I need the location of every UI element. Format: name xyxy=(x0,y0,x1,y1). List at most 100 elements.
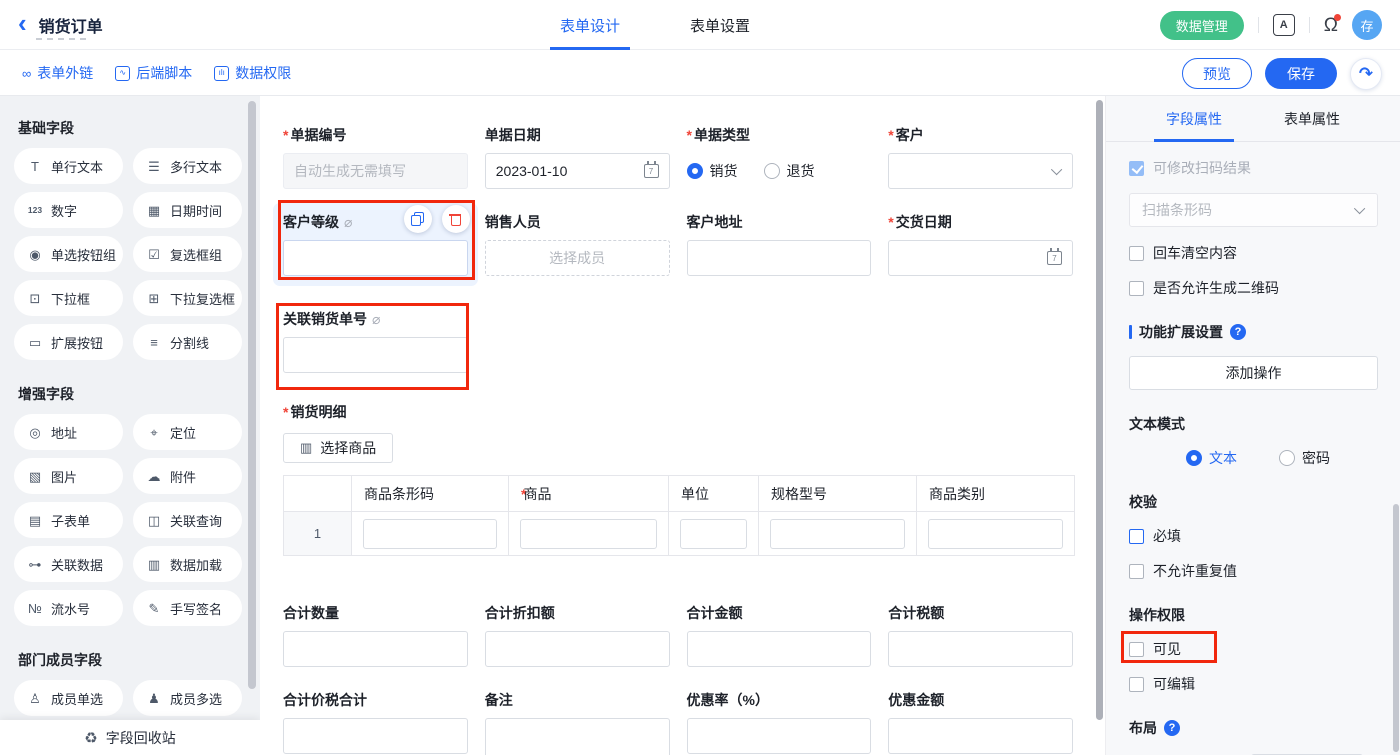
remark-textarea[interactable] xyxy=(485,718,670,755)
data-manage-button[interactable]: 数据管理 xyxy=(1160,11,1244,40)
field-total-qty[interactable]: 合计数量 xyxy=(283,604,468,667)
field-type-button[interactable]: ☰多行文本 xyxy=(133,148,242,184)
checkbox-editable[interactable] xyxy=(1129,677,1144,692)
total-amount-input[interactable] xyxy=(687,631,872,667)
field-type-button[interactable]: ▤子表单 xyxy=(14,502,123,538)
radio-option-password[interactable]: 密码 xyxy=(1279,448,1330,468)
item-label: 关联查询 xyxy=(170,511,222,530)
delivery-date-input[interactable] xyxy=(888,240,1073,276)
checkbox-visible[interactable] xyxy=(1129,642,1144,657)
field-type-button[interactable]: ⊶关联数据 xyxy=(14,546,123,582)
notification-bell-icon[interactable]: Ω xyxy=(1324,16,1338,35)
field-type-button[interactable]: ◎地址 xyxy=(14,414,123,450)
help-icon[interactable]: ? xyxy=(1230,324,1246,340)
tab-form-properties[interactable]: 表单属性 xyxy=(1284,96,1340,142)
field-type-button[interactable]: T单行文本 xyxy=(14,148,123,184)
field-customer-address[interactable]: 客户地址 xyxy=(687,213,872,276)
customer-address-input[interactable] xyxy=(687,240,872,276)
delete-field-button[interactable] xyxy=(442,205,470,233)
preview-button[interactable]: 预览 xyxy=(1182,58,1252,89)
spec-input[interactable] xyxy=(770,519,905,549)
field-total-tax[interactable]: 合计税额 xyxy=(888,604,1073,667)
discount-rate-input[interactable] xyxy=(687,718,872,754)
checkbox[interactable] xyxy=(1129,246,1144,261)
checkbox[interactable] xyxy=(1129,281,1144,296)
field-order-date[interactable]: 单据日期 2023-01-10 xyxy=(485,126,670,189)
field-salesperson[interactable]: 销售人员 选择成员 xyxy=(485,213,670,276)
field-total-amount[interactable]: 合计金额 xyxy=(687,604,872,667)
field-total-with-tax[interactable]: 合计价税合计 xyxy=(283,691,468,755)
field-type-button[interactable]: №流水号 xyxy=(14,590,123,626)
product-input[interactable] xyxy=(520,519,657,549)
sidebar-scrollbar[interactable] xyxy=(248,101,256,689)
checkbox-checked-disabled[interactable] xyxy=(1129,161,1144,176)
field-type-button[interactable]: ♙成员单选 xyxy=(14,680,123,716)
checkbox[interactable] xyxy=(1129,564,1144,579)
category-input[interactable] xyxy=(928,519,1063,549)
save-button[interactable]: 保存 xyxy=(1265,58,1337,89)
total-tax-input[interactable] xyxy=(888,631,1073,667)
customer-level-input[interactable] xyxy=(283,240,468,276)
field-type-button[interactable]: ▧图片 xyxy=(14,458,123,494)
field-type-button[interactable]: ⊡下拉框 xyxy=(14,280,123,316)
field-type-button[interactable]: ▭扩展按钮 xyxy=(14,324,123,360)
data-permission-link[interactable]: ılı 数据权限 xyxy=(214,63,291,83)
field-type-button[interactable]: ☁附件 xyxy=(133,458,242,494)
scan-type-select[interactable]: 扫描条形码 xyxy=(1129,193,1378,227)
order-date-input[interactable]: 2023-01-10 xyxy=(485,153,670,189)
field-related-order-no[interactable]: 关联销货单号⌀ xyxy=(283,310,468,373)
related-order-no-input[interactable] xyxy=(283,337,468,373)
radio-option-text[interactable]: 文本 xyxy=(1186,448,1237,468)
field-recycle-bin[interactable]: ♻ 字段回收站 xyxy=(0,720,260,755)
total-with-tax-input[interactable] xyxy=(283,718,468,754)
checkbox-required[interactable] xyxy=(1129,529,1144,544)
field-type-button[interactable]: ▦日期时间 xyxy=(133,192,242,228)
canvas-scrollbar[interactable] xyxy=(1096,100,1103,720)
field-type-button[interactable]: ⌖定位 xyxy=(133,414,242,450)
field-type-button[interactable]: ◫关联查询 xyxy=(133,502,242,538)
field-sales-detail[interactable]: *销货明细 ▥ 选择商品 商品条形码 *商品 单位 规格型号 商品类别 1 xyxy=(283,403,1073,556)
tab-form-settings[interactable]: 表单设置 xyxy=(690,0,750,50)
field-remark[interactable]: 备注 xyxy=(485,691,670,755)
field-type-button[interactable]: ☑复选框组 xyxy=(133,236,242,272)
radio-option-sale[interactable]: 销货 xyxy=(687,161,738,181)
tab-form-design[interactable]: 表单设计 xyxy=(560,0,620,50)
order-no-input[interactable] xyxy=(283,153,468,189)
field-customer-level[interactable]: 客户等级⌀ xyxy=(283,213,468,276)
discount-amount-input[interactable] xyxy=(888,718,1073,754)
unit-input[interactable] xyxy=(680,519,747,549)
help-icon[interactable]: ? xyxy=(1164,720,1180,736)
field-type-button[interactable]: ⊞下拉复选框 xyxy=(133,280,242,316)
total-discount-input[interactable] xyxy=(485,631,670,667)
field-total-discount[interactable]: 合计折扣额 xyxy=(485,604,670,667)
field-type-button[interactable]: ▥数据加载 xyxy=(133,546,242,582)
field-delivery-date[interactable]: *交货日期 xyxy=(888,213,1073,276)
salesperson-picker[interactable]: 选择成员 xyxy=(485,240,670,276)
field-type-button[interactable]: ≡分割线 xyxy=(133,324,242,360)
total-qty-input[interactable] xyxy=(283,631,468,667)
field-discount-rate[interactable]: 优惠率（%） xyxy=(687,691,872,755)
customer-select[interactable] xyxy=(888,153,1073,189)
field-type-button[interactable]: ♟成员多选 xyxy=(133,680,242,716)
divider xyxy=(1258,17,1259,33)
field-type-button[interactable]: ◉单选按钮组 xyxy=(14,236,123,272)
select-product-button[interactable]: ▥ 选择商品 xyxy=(283,433,393,463)
contacts-book-icon[interactable]: A xyxy=(1273,14,1295,36)
panel-scrollbar[interactable] xyxy=(1393,504,1399,752)
radio-option-return[interactable]: 退货 xyxy=(764,161,815,181)
field-customer[interactable]: *客户 xyxy=(888,126,1073,189)
avatar[interactable]: 存 xyxy=(1352,10,1382,40)
barcode-input[interactable] xyxy=(363,519,497,549)
field-discount-amount[interactable]: 优惠金额 xyxy=(888,691,1073,755)
share-button[interactable]: ↷ xyxy=(1350,58,1382,90)
back-icon[interactable]: ‹ xyxy=(18,10,27,36)
tab-field-properties[interactable]: 字段属性 xyxy=(1166,96,1222,142)
field-order-no[interactable]: *单据编号 xyxy=(283,126,468,189)
backend-script-link[interactable]: ∿ 后端脚本 xyxy=(115,63,192,83)
field-order-type[interactable]: *单据类型 销货 退货 xyxy=(687,126,872,189)
field-type-button[interactable]: 123数字 xyxy=(14,192,123,228)
copy-field-button[interactable] xyxy=(404,205,432,233)
form-external-link[interactable]: ∞ 表单外链 xyxy=(22,63,93,83)
add-action-button[interactable]: 添加操作 xyxy=(1129,356,1378,390)
field-type-button[interactable]: ✎手写签名 xyxy=(133,590,242,626)
